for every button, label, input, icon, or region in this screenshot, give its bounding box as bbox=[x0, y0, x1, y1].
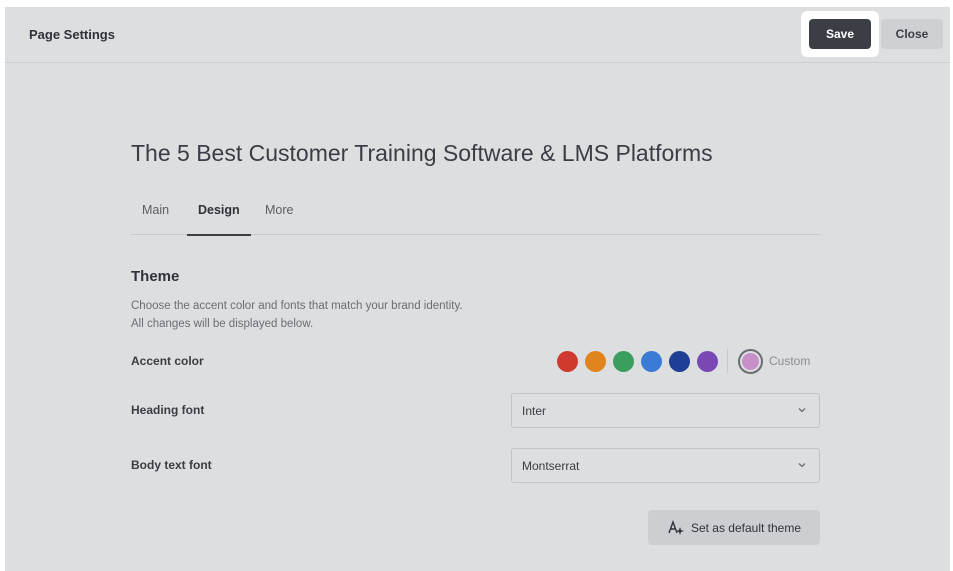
page-settings-dialog: Page Settings Save Close The 5 Best Cust… bbox=[5, 7, 950, 571]
accent-swatch-custom[interactable] bbox=[738, 348, 763, 374]
font-style-icon bbox=[668, 519, 684, 535]
accent-swatch-green[interactable] bbox=[613, 350, 634, 372]
accent-color-label: Accent color bbox=[131, 354, 204, 368]
body-font-value: Montserrat bbox=[522, 459, 580, 473]
set-default-theme-label: Set as default theme bbox=[690, 520, 802, 535]
heading-font-label: Heading font bbox=[131, 403, 205, 417]
custom-color-fill bbox=[742, 352, 759, 370]
heading-font-value: Inter bbox=[522, 404, 547, 418]
accent-swatch-blue[interactable] bbox=[641, 350, 662, 372]
tab-main[interactable]: Main bbox=[142, 203, 169, 235]
tab-more[interactable]: More bbox=[265, 203, 293, 235]
dialog-title: Page Settings bbox=[29, 27, 115, 42]
accent-swatch-navy[interactable] bbox=[669, 350, 690, 372]
close-button[interactable]: Close bbox=[881, 19, 943, 49]
settings-content: The 5 Best Customer Training Software & … bbox=[131, 7, 820, 571]
accent-color-picker: Custom bbox=[557, 348, 810, 374]
page-title: The 5 Best Customer Training Software & … bbox=[131, 140, 713, 166]
custom-color-label[interactable]: Custom bbox=[769, 354, 810, 368]
set-default-theme-button[interactable]: Set as default theme bbox=[648, 510, 820, 545]
heading-font-select[interactable]: Inter bbox=[511, 393, 820, 428]
theme-section-title: Theme bbox=[131, 268, 180, 285]
accent-swatch-orange[interactable] bbox=[585, 350, 606, 372]
tab-design[interactable]: Design bbox=[187, 203, 251, 236]
tab-bar: Main Design More bbox=[131, 199, 820, 236]
swatch-divider bbox=[727, 349, 728, 373]
body-font-label: Body text font bbox=[131, 458, 212, 472]
body-font-select[interactable]: Montserrat bbox=[511, 448, 820, 483]
accent-swatch-red[interactable] bbox=[557, 350, 578, 372]
description-line-1: Choose the accent color and fonts that m… bbox=[131, 300, 463, 312]
accent-swatch-purple[interactable] bbox=[697, 350, 718, 372]
chevron-down-icon bbox=[798, 408, 806, 413]
theme-section-description: Choose the accent color and fonts that m… bbox=[131, 297, 551, 333]
chevron-down-icon bbox=[798, 463, 806, 468]
description-line-2: All changes will be displayed below. bbox=[131, 318, 314, 330]
